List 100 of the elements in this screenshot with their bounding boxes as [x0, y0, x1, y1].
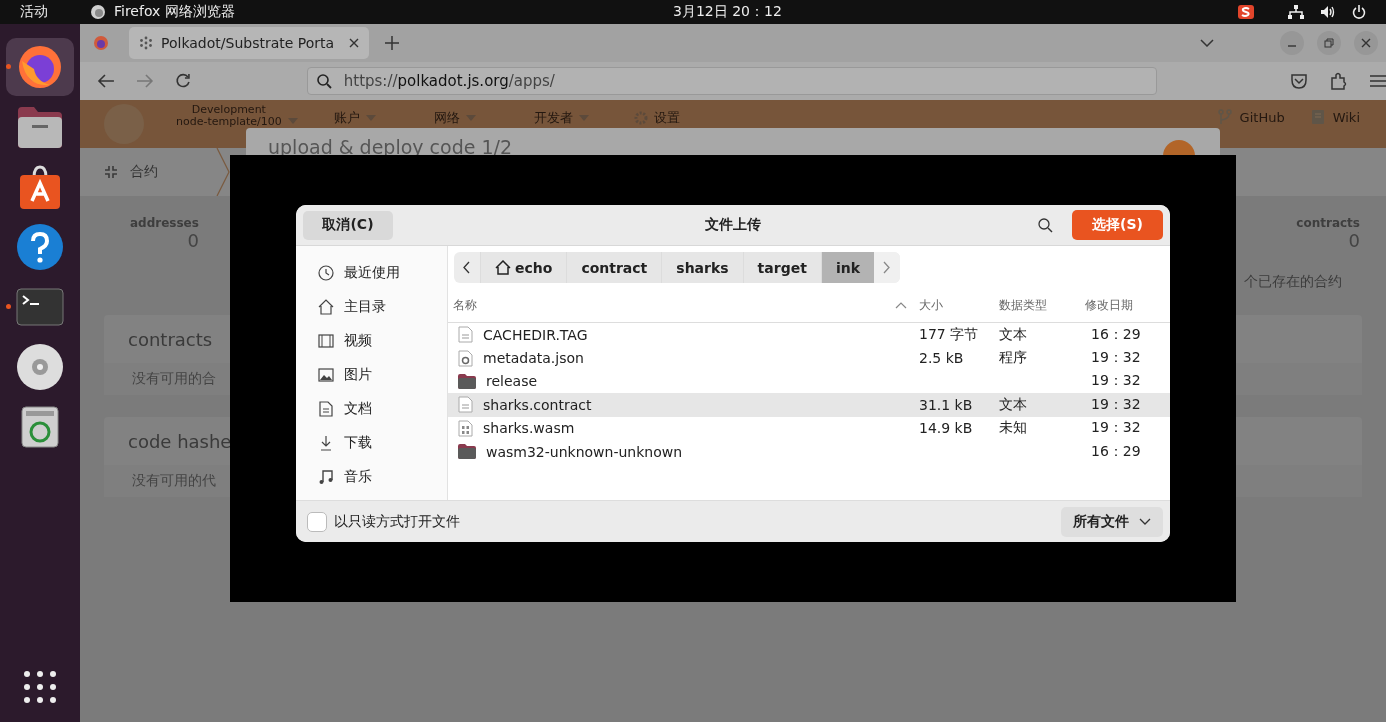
- caret-icon: [578, 115, 589, 121]
- place-item[interactable]: 音乐: [296, 460, 447, 494]
- file-modified: 19：32: [1090, 395, 1142, 414]
- file-type: 程序: [999, 349, 1028, 368]
- caret-icon: [365, 115, 376, 121]
- file-name: sharks.wasm: [483, 420, 575, 437]
- column-header[interactable]: 修改日期: [1085, 296, 1170, 314]
- trash-icon: [20, 405, 60, 449]
- text-file-icon: [458, 326, 473, 344]
- file-row[interactable]: sharks.wasm 14.9 kB 未知 19：32: [448, 416, 1170, 440]
- card-title: contracts: [128, 328, 213, 350]
- caret-icon: [465, 115, 476, 121]
- contract-icon: [104, 165, 118, 179]
- folder-icon: [458, 373, 476, 389]
- app-grid-icon[interactable]: [23, 670, 57, 704]
- music-note-icon: [318, 469, 334, 485]
- running-indicator: [6, 64, 11, 69]
- select-button[interactable]: 选择(S): [1072, 210, 1163, 240]
- folder-icon: [16, 105, 64, 149]
- column-header[interactable]: 大小: [919, 296, 999, 314]
- back-icon[interactable]: [97, 74, 115, 88]
- browser-tab[interactable]: Polkadot/Substrate Porta: [129, 27, 369, 59]
- terminal-icon: [16, 288, 64, 326]
- checkbox-label[interactable]: 以只读方式打开文件: [334, 512, 460, 531]
- breadcrumb-item[interactable]: 合约: [130, 163, 158, 181]
- home-icon: [318, 299, 334, 315]
- place-item[interactable]: 最近使用: [296, 256, 447, 290]
- address-bar[interactable]: https://polkadot.js.org/apps/: [306, 67, 1157, 95]
- file-modified: 16：29: [1090, 442, 1142, 461]
- path-button[interactable]: ink: [820, 252, 874, 283]
- clock[interactable]: 3月12日 20：12: [673, 3, 782, 21]
- disc-icon: [16, 343, 64, 391]
- file-row[interactable]: metadata.json 2.5 kB 程序 19：32: [448, 346, 1170, 370]
- document-icon: [318, 401, 334, 417]
- close-icon[interactable]: [349, 38, 359, 48]
- input-method-icon[interactable]: [1238, 5, 1254, 19]
- image-icon: [318, 367, 334, 383]
- running-indicator: [6, 304, 11, 309]
- file-modified: 16：29: [1090, 325, 1142, 344]
- minimize-button[interactable]: [1280, 31, 1304, 55]
- modal-title: upload & deploy code 1/2: [268, 136, 513, 158]
- reload-icon[interactable]: [174, 73, 191, 89]
- place-item[interactable]: 视频: [296, 324, 447, 358]
- hint-text: 个已存在的合约: [1244, 273, 1342, 291]
- branch-icon: [1217, 109, 1232, 125]
- place-item[interactable]: 文档: [296, 392, 447, 426]
- file-row[interactable]: sharks.contract 31.1 kB 文本 19：32: [448, 393, 1170, 417]
- path-button[interactable]: target: [742, 252, 821, 283]
- path-button[interactable]: sharks: [661, 252, 743, 283]
- readonly-checkbox[interactable]: [307, 511, 327, 532]
- new-tab-icon[interactable]: [385, 36, 399, 50]
- search-icon[interactable]: [1038, 217, 1053, 233]
- folder-icon: [458, 444, 476, 460]
- text-file-icon: [458, 396, 473, 414]
- file-modified: 19：32: [1090, 419, 1142, 438]
- help-icon: [16, 223, 64, 271]
- cancel-button[interactable]: 取消(C): [303, 210, 393, 240]
- file-size: 177 字节: [919, 325, 980, 344]
- caret-icon: [1139, 518, 1151, 525]
- file-filter-dropdown[interactable]: 所有文件: [1061, 506, 1163, 537]
- activities-button[interactable]: 活动: [20, 3, 90, 21]
- file-name: metadata.json: [483, 350, 584, 367]
- file-row[interactable]: wasm32-unknown-unknown 16：29: [448, 439, 1170, 464]
- stat-label: contracts: [1296, 216, 1360, 230]
- download-icon: [318, 435, 334, 451]
- power-icon[interactable]: [1352, 5, 1366, 19]
- place-item[interactable]: 主目录: [296, 290, 447, 324]
- file-row[interactable]: CACHEDIR.TAG 177 字节 文本 16：29: [448, 323, 1170, 347]
- network-icon[interactable]: [1288, 5, 1304, 19]
- menu-icon[interactable]: [1370, 75, 1386, 87]
- close-button[interactable]: [1354, 31, 1378, 55]
- path-button[interactable]: echo: [480, 252, 567, 283]
- program-file-icon: [458, 349, 473, 367]
- card-title: code hashe: [128, 430, 232, 452]
- extensions-icon[interactable]: [1330, 72, 1348, 90]
- volume-icon[interactable]: [1320, 5, 1336, 19]
- file-name: wasm32-unknown-unknown: [486, 443, 683, 460]
- path-button[interactable]: contract: [566, 252, 662, 283]
- binary-file-icon: [458, 419, 473, 437]
- dock-item[interactable]: [6, 38, 74, 96]
- file-modified: 19：32: [1090, 349, 1142, 368]
- column-header[interactable]: 名称: [448, 296, 895, 314]
- clock-icon: [318, 265, 334, 281]
- place-item[interactable]: 下载: [296, 426, 447, 460]
- gear-icon: [633, 111, 648, 125]
- minimize-icon: [1287, 45, 1297, 47]
- file-name: sharks.contract: [483, 396, 592, 413]
- empty-message: 没有可用的合: [132, 370, 216, 388]
- app-name[interactable]: Firefox 网络浏览器: [114, 3, 235, 21]
- restore-icon: [1324, 38, 1334, 48]
- tab-list-chevron-icon[interactable]: [1200, 39, 1214, 47]
- close-icon: [1361, 38, 1371, 48]
- empty-message: 没有可用的代: [132, 472, 216, 490]
- search-icon: [316, 73, 332, 89]
- pocket-icon[interactable]: [1290, 73, 1308, 89]
- book-icon: [1310, 109, 1325, 125]
- place-item[interactable]: 图片: [296, 358, 447, 392]
- film-icon: [318, 333, 334, 349]
- file-row[interactable]: release 19：32: [448, 369, 1170, 394]
- column-header[interactable]: 数据类型: [999, 296, 1085, 314]
